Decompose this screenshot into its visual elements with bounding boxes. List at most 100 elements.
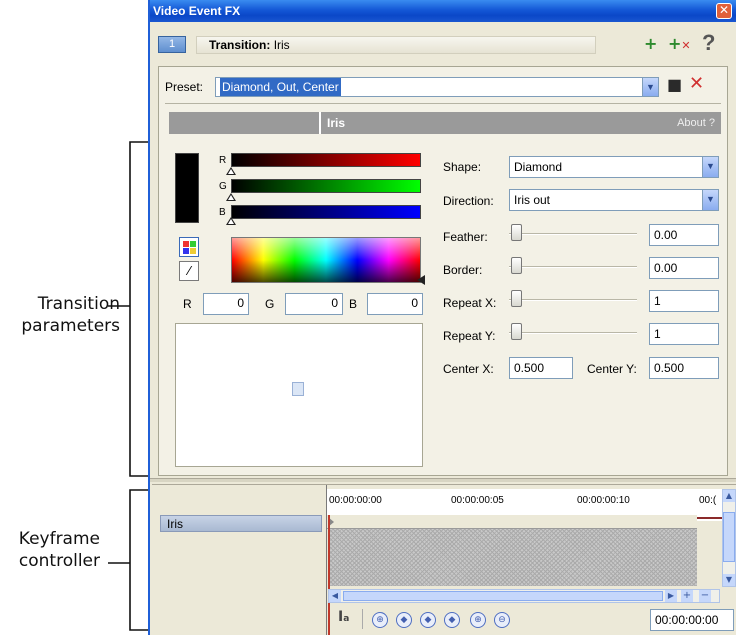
window-title: Video Event FX xyxy=(150,0,736,22)
b-channel-label: B xyxy=(219,207,226,218)
repeat-x-input[interactable]: 1 xyxy=(649,290,719,312)
prev-keyframe-button[interactable]: ◆ xyxy=(396,612,412,628)
remove-plugin-glyph: + xyxy=(668,34,682,53)
repeat-x-slider[interactable] xyxy=(509,299,637,301)
b-value-input[interactable]: 0 xyxy=(367,293,423,315)
plugin-header-bar: Iris About ? xyxy=(169,112,721,134)
preview-placeholder-icon xyxy=(292,382,304,396)
fx-tab-bar: 1 Transition: Iris + +✕ ? xyxy=(158,32,724,58)
center-y-input[interactable]: 0.500 xyxy=(649,357,719,379)
feather-label: Feather: xyxy=(443,230,488,244)
feather-slider-thumb[interactable] xyxy=(511,224,522,241)
fx-chain-slot-button[interactable]: 1 xyxy=(158,36,186,53)
divider xyxy=(165,103,721,104)
close-button[interactable]: ✕ xyxy=(716,3,732,19)
ruler-tick: 00:00:00:05 xyxy=(451,495,504,506)
direction-dropdown[interactable]: Iris out ▼ xyxy=(509,189,719,211)
zoom-out-icon: − xyxy=(699,590,711,602)
add-plugin-icon[interactable]: + xyxy=(644,35,657,53)
chevron-down-icon[interactable]: ▼ xyxy=(642,78,658,96)
center-y-label: Center Y: xyxy=(587,362,637,376)
red-slider[interactable] xyxy=(231,153,421,167)
annotation-keyframe-controller: Keyframe controller xyxy=(0,529,100,571)
keyframe-row[interactable] xyxy=(327,515,697,529)
center-x-input[interactable]: 0.500 xyxy=(509,357,573,379)
border-input[interactable]: 0.00 xyxy=(649,257,719,279)
transition-bracket xyxy=(108,141,148,477)
g-value-input[interactable]: 0 xyxy=(285,293,343,315)
horizontal-scrollbar[interactable]: ◀ ▶ + − xyxy=(328,589,720,603)
ruler-tick: 00:( xyxy=(699,495,717,506)
next-keyframe-button[interactable]: ◆ xyxy=(420,612,436,628)
preset-value: Diamond, Out, Center xyxy=(220,78,341,96)
r-channel-label: R xyxy=(219,155,227,166)
empty-keyframe-area xyxy=(330,529,697,586)
color-swatch xyxy=(175,153,199,223)
cursor-line xyxy=(328,515,330,635)
header-divider xyxy=(319,112,321,134)
r-label: R xyxy=(183,297,192,311)
direction-label: Direction: xyxy=(443,194,494,208)
r-value-input[interactable]: 0 xyxy=(203,293,249,315)
spectrum-marker[interactable] xyxy=(417,275,425,285)
blue-marker[interactable] xyxy=(226,217,236,225)
plugin-name: Iris xyxy=(327,116,346,130)
feather-slider[interactable] xyxy=(509,233,637,235)
help-icon[interactable]: ? xyxy=(702,32,715,54)
time-input[interactable]: 00:00:00:00 xyxy=(650,609,734,631)
preset-label: Preset: xyxy=(165,80,204,94)
keyframe-bracket xyxy=(108,489,148,631)
direction-value: Iris out xyxy=(514,193,551,207)
repeat-y-label: Repeat Y: xyxy=(443,329,496,343)
ruler-tick: 00:00:00:00 xyxy=(329,495,382,506)
shape-label: Shape: xyxy=(443,160,482,174)
red-marker[interactable] xyxy=(226,167,236,175)
feather-input[interactable]: 0.00 xyxy=(649,224,719,246)
transition-name: Iris xyxy=(273,38,290,52)
eyedropper-icon[interactable]: ⁄ xyxy=(179,261,199,281)
about-link[interactable]: About ? xyxy=(677,117,715,129)
zoom-in-icon: + xyxy=(681,590,693,602)
ruler-tick: 00:00:00:10 xyxy=(577,495,630,506)
border-slider-thumb[interactable] xyxy=(511,257,522,274)
preset-dropdown[interactable]: Diamond, Out, Center ▼ xyxy=(215,77,659,97)
b-label: B xyxy=(349,297,358,311)
border-label: Border: xyxy=(443,263,483,277)
delete-keyframe-button[interactable]: ⊖ xyxy=(494,612,510,628)
sync-cursor-icon[interactable]: Ia xyxy=(338,609,349,625)
shape-value: Diamond xyxy=(514,160,563,174)
delete-preset-icon[interactable]: ✕ xyxy=(689,73,704,94)
blue-slider[interactable] xyxy=(231,205,421,219)
swatch-fill xyxy=(176,154,198,222)
save-preset-icon[interactable]: ■ xyxy=(667,75,682,94)
palette-mode-icon[interactable] xyxy=(179,237,199,257)
border-slider[interactable] xyxy=(509,266,637,268)
add-keyframe-button[interactable]: ⊕ xyxy=(470,612,486,628)
chevron-down-icon[interactable]: ▼ xyxy=(702,157,718,177)
repeat-y-slider-thumb[interactable] xyxy=(511,323,522,340)
transition-parameters-panel: Preset: Diamond, Out, Center ▼ ■ ✕ Iris … xyxy=(158,66,728,476)
green-marker[interactable] xyxy=(226,193,236,201)
repeat-x-slider-thumb[interactable] xyxy=(511,290,522,307)
g-label: G xyxy=(265,297,275,311)
keyframe-controller: Iris 00:00:00:00 00:00:00:05 00:00:00:10… xyxy=(152,484,736,635)
transition-label: Transition: xyxy=(209,38,271,52)
vertical-scrollbar[interactable]: ▲ ▼ xyxy=(722,489,736,587)
chevron-down-icon[interactable]: ▼ xyxy=(702,190,718,210)
g-channel-label: G xyxy=(219,181,227,192)
first-keyframe-button[interactable]: ⊕ xyxy=(372,612,388,628)
annotation-line: controller xyxy=(18,551,100,571)
splitter[interactable] xyxy=(150,478,736,482)
green-slider[interactable] xyxy=(231,179,421,193)
center-x-label: Center X: xyxy=(443,362,494,376)
toolbar-separator xyxy=(362,609,363,629)
shape-dropdown[interactable]: Diamond ▼ xyxy=(509,156,719,178)
transition-name-field: Transition: Iris xyxy=(196,36,596,54)
last-keyframe-button[interactable]: ◆ xyxy=(444,612,460,628)
track-row[interactable]: Iris xyxy=(160,515,322,532)
repeat-y-input[interactable]: 1 xyxy=(649,323,719,345)
repeat-y-slider[interactable] xyxy=(509,332,637,334)
remove-plugin-icon[interactable]: +✕ xyxy=(668,35,691,55)
hue-spectrum[interactable] xyxy=(231,237,421,283)
annotation-line: Keyframe xyxy=(18,529,100,549)
